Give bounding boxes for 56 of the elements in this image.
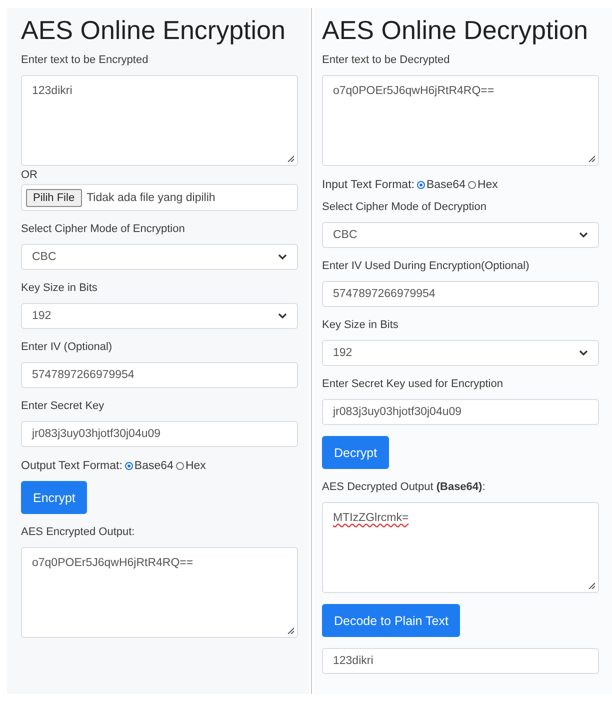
select-field[interactable]: 192 (322, 340, 599, 366)
action-button[interactable]: Encrypt (21, 481, 88, 514)
field-label: Enter Secret Key used for Encryption (322, 377, 504, 392)
radio-button[interactable] (468, 181, 476, 189)
field-label: Enter Secret Key (21, 399, 106, 414)
radio-label[interactable]: Base64 (426, 177, 466, 193)
text-area[interactable]: 123dikri (21, 75, 298, 166)
resize-grip-icon[interactable] (588, 155, 595, 162)
field-label: Enter IV Used During Encryption(Optional) (322, 259, 530, 274)
file-field[interactable]: Pilih File Tidak ada file yang dipilih (21, 184, 298, 211)
radio-button[interactable] (125, 462, 134, 470)
input-field[interactable]: 5747897266979954 (322, 281, 599, 307)
chevron-down-icon (278, 254, 287, 260)
field-label: AES Encrypted Output: (21, 525, 136, 540)
chevron-down-icon (278, 313, 287, 319)
field-label: Select Cipher Mode of Decryption (322, 200, 488, 215)
input-field[interactable]: 123dikri (322, 648, 599, 674)
radio-button[interactable] (176, 462, 184, 470)
text-area[interactable]: o7q0POEr5J6qwH6jRtR4RQ== (322, 75, 599, 166)
select-field[interactable]: CBC (322, 222, 599, 248)
field-label: Enter text to be Encrypted (21, 53, 150, 68)
field-label: Key Size in Bits (322, 318, 400, 333)
or-label: OR (21, 168, 38, 183)
field-label: Enter IV (Optional) (21, 340, 114, 355)
text-area[interactable]: o7q0POEr5J6qwH6jRtR4RQ== (21, 547, 298, 638)
select-value: CBC (333, 229, 358, 241)
input-field[interactable]: jr083j3uy03hjotf30j04u09 (322, 399, 599, 425)
resize-grip-icon[interactable] (287, 627, 294, 634)
format-label: Input Text Format: (322, 178, 414, 193)
field-label: Key Size in Bits (21, 281, 98, 296)
select-value: 192 (333, 347, 352, 359)
file-status: Tidak ada file yang dipilih (86, 192, 216, 204)
select-value: CBC (32, 251, 56, 263)
format-label: Output Text Format: (21, 459, 122, 474)
radio-label[interactable]: Hex (185, 458, 206, 474)
select-field[interactable]: 192 (21, 303, 298, 329)
field-label: AES Decrypted Output (Base64): (322, 480, 486, 495)
text-area[interactable]: MTIzZGlrcmk= (322, 502, 599, 593)
select-field[interactable]: CBC (21, 244, 298, 270)
action-button[interactable]: Decrypt (322, 436, 390, 469)
radio-label[interactable]: Hex (477, 177, 498, 193)
resize-grip-icon[interactable] (287, 155, 294, 162)
action-button[interactable]: Decode to Plain Text (322, 604, 460, 637)
choose-file-button[interactable]: Pilih File (26, 188, 82, 206)
input-field[interactable]: 5747897266979954 (21, 362, 298, 388)
chevron-down-icon (579, 350, 588, 356)
chevron-down-icon (579, 232, 588, 238)
panel-title: AES Online Decryption (322, 14, 589, 46)
radio-label[interactable]: Base64 (134, 458, 174, 474)
select-value: 192 (32, 310, 52, 322)
panel-title: AES Online Encryption (21, 14, 286, 46)
radio-button[interactable] (417, 181, 426, 189)
field-label: Select Cipher Mode of Encryption (21, 222, 186, 237)
field-label: Enter text to be Decrypted (322, 53, 451, 68)
input-field[interactable]: jr083j3uy03hjotf30j04u09 (21, 421, 298, 447)
resize-grip-icon[interactable] (588, 582, 595, 589)
